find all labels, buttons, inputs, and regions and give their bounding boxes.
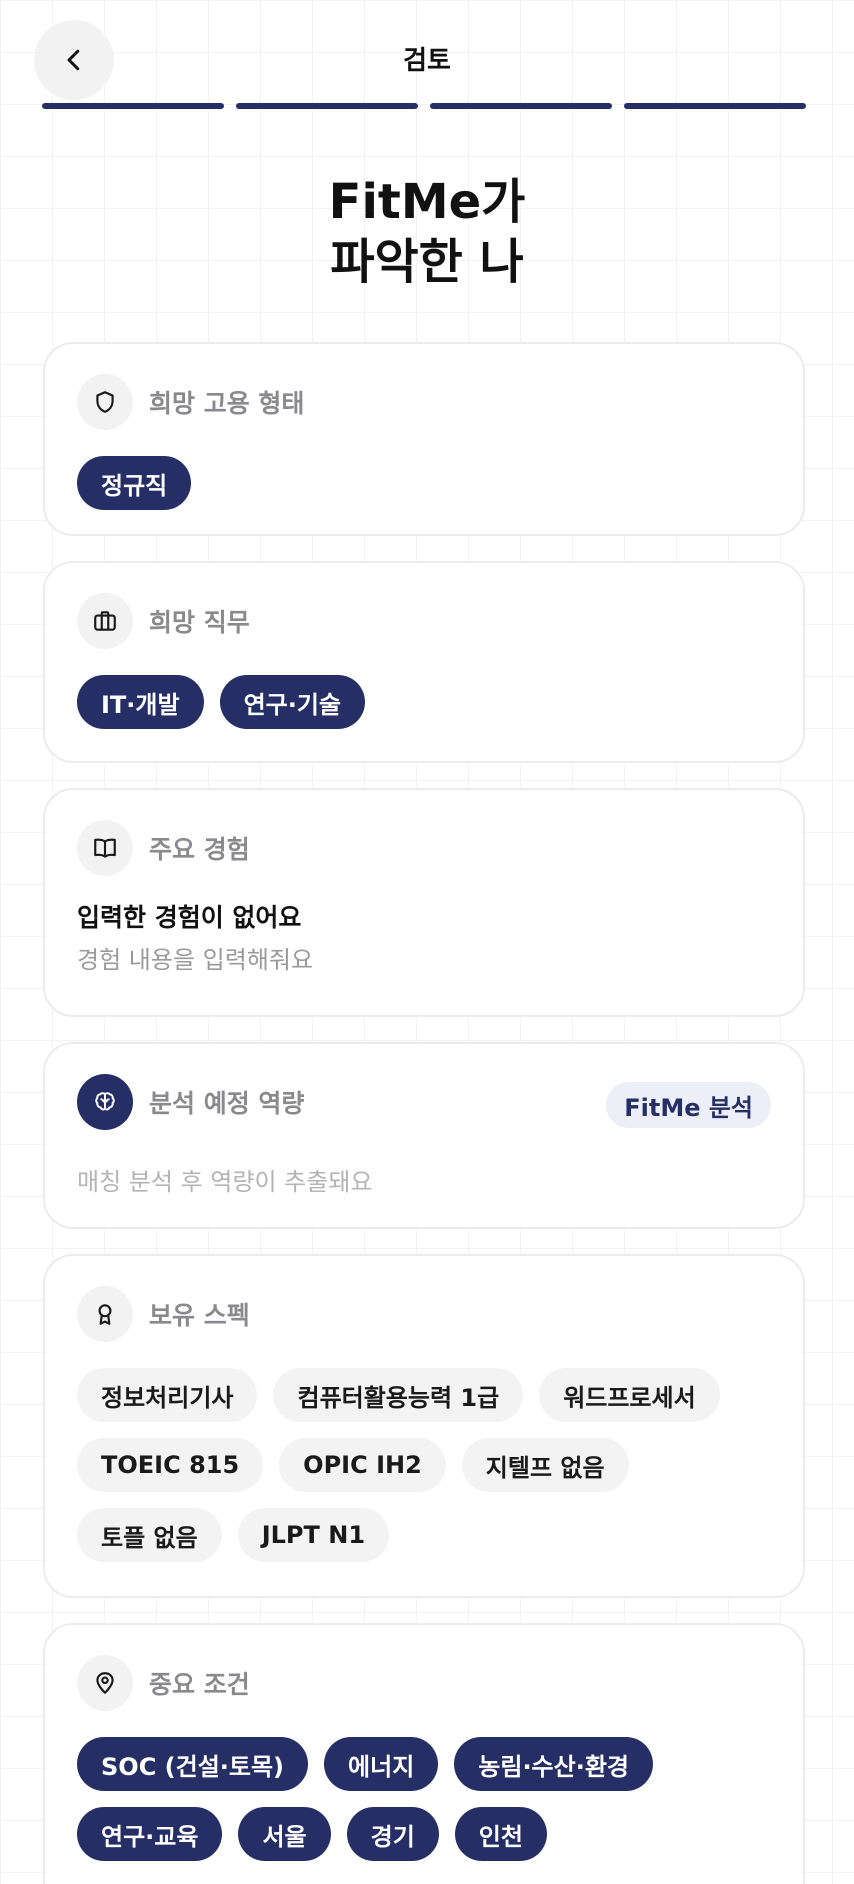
header: 검토 (0, 0, 854, 112)
analysis-hint: 매칭 분석 후 역량이 추출돼요 (77, 1168, 373, 1196)
progress-step (624, 103, 806, 109)
progress-step (236, 103, 418, 109)
card-label: 희망 직무 (149, 608, 250, 637)
chip[interactable]: 에너지 (324, 1737, 439, 1791)
card-header: 중요 조건 (77, 1655, 250, 1711)
experience-card: 주요 경험 입력한 경험이 없어요 경험 내용을 입력해줘요 (43, 788, 805, 1017)
hero-title-line2: 파악한 나 (330, 234, 524, 290)
specs-card: 보유 스펙 정보처리기사 컴퓨터활용능력 1급 워드프로세서 TOEIC 815… (43, 1254, 805, 1598)
chip[interactable]: IT·개발 (77, 675, 204, 729)
competency-card: 분석 예정 역량 FitMe 분석 매칭 분석 후 역량이 추출돼요 (43, 1042, 805, 1229)
conditions-card: 중요 조건 SOC (건설·토목) 에너지 농림·수산·환경 연구·교육 서울 … (43, 1623, 805, 1884)
briefcase-icon (77, 593, 133, 649)
shield-icon (77, 374, 133, 430)
location-pin-icon (77, 1655, 133, 1711)
chip[interactable]: 워드프로세서 (539, 1368, 720, 1422)
card-label: 분석 예정 역량 (149, 1089, 305, 1118)
progress-step (42, 103, 224, 109)
card-header: 보유 스펙 (77, 1286, 250, 1342)
chip[interactable]: 컴퓨터활용능력 1급 (273, 1368, 524, 1422)
chip[interactable]: 인천 (454, 1807, 547, 1861)
card-header: 주요 경험 (77, 820, 250, 876)
book-icon (77, 820, 133, 876)
empty-state-title: 입력한 경험이 없어요 (77, 903, 302, 932)
chip[interactable]: 정규직 (77, 456, 192, 510)
chip[interactable]: 연구·기술 (219, 675, 366, 729)
page-title: 검토 (403, 46, 451, 76)
hero-title-line1: FitMe가 (328, 174, 526, 230)
card-label: 희망 고용 형태 (149, 389, 305, 418)
desired-job-card: 희망 직무 IT·개발 연구·기술 (43, 561, 805, 763)
chip[interactable]: SOC (건설·토목) (77, 1737, 309, 1791)
progress-bar (42, 103, 806, 109)
chip[interactable]: 농림·수산·환경 (454, 1737, 653, 1791)
brain-icon (77, 1074, 133, 1130)
chip-list: IT·개발 연구·기술 (77, 675, 777, 729)
chip[interactable]: 연구·교육 (77, 1807, 223, 1861)
card-header: 희망 직무 (77, 593, 250, 649)
chip[interactable]: 서울 (238, 1807, 331, 1861)
chip-list: 정규직 (77, 456, 777, 510)
chip[interactable]: 정보처리기사 (77, 1368, 258, 1422)
chip-list: SOC (건설·토목) 에너지 농림·수산·환경 연구·교육 서울 경기 인천 (77, 1737, 777, 1861)
card-label: 중요 조건 (149, 1670, 250, 1699)
card-label: 주요 경험 (149, 835, 250, 864)
chip[interactable]: TOEIC 815 (77, 1438, 264, 1492)
chip-list: 정보처리기사 컴퓨터활용능력 1급 워드프로세서 TOEIC 815 OPIC … (77, 1368, 777, 1562)
chip[interactable]: 경기 (346, 1807, 439, 1861)
card-label: 보유 스펙 (149, 1301, 250, 1330)
hero-title: FitMe가 파악한 나 (0, 172, 854, 292)
employment-type-card: 희망 고용 형태 정규직 (43, 342, 805, 536)
chip[interactable]: OPIC IH2 (279, 1438, 446, 1492)
progress-step (430, 103, 612, 109)
card-header: 분석 예정 역량 (77, 1074, 304, 1130)
fitme-analysis-badge: FitMe 분석 (606, 1082, 771, 1128)
empty-state-subtitle: 경험 내용을 입력해줘요 (77, 946, 314, 974)
chip[interactable]: 토플 없음 (77, 1508, 222, 1562)
chip[interactable]: 지텔프 없음 (461, 1438, 629, 1492)
card-header: 희망 고용 형태 (77, 374, 304, 430)
award-icon (77, 1286, 133, 1342)
chip[interactable]: JLPT N1 (237, 1508, 390, 1562)
